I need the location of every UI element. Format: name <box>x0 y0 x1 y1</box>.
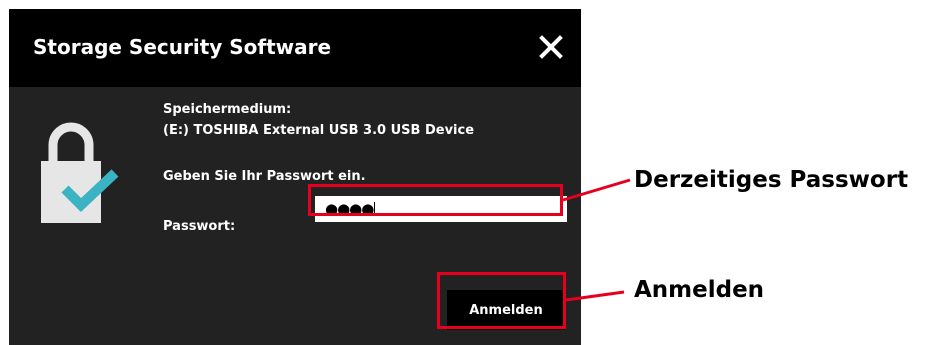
close-button[interactable] <box>533 29 569 65</box>
password-label: Passwort: <box>163 219 236 234</box>
password-callout-label: Derzeitiges Passwort <box>634 167 909 193</box>
close-icon <box>539 35 563 59</box>
instruction-text: Geben Sie Ihr Passwort ein. <box>163 169 366 184</box>
login-dialog: Storage Security Software Speichermedium… <box>9 9 581 345</box>
login-callout-label: Anmelden <box>634 277 765 303</box>
storage-label: Speichermedium: <box>163 102 292 117</box>
login-button[interactable]: Anmelden <box>447 290 565 330</box>
lock-check-icon <box>41 122 119 223</box>
dialog-titlebar: Storage Security Software <box>9 9 581 87</box>
text-caret <box>374 202 376 216</box>
device-name: (E:) TOSHIBA External USB 3.0 USB Device <box>163 123 475 138</box>
password-input[interactable]: ●●●● <box>315 196 567 222</box>
dialog-title: Storage Security Software <box>33 35 332 59</box>
screenshot-stage: Storage Security Software Speichermedium… <box>0 0 949 345</box>
password-value: ●●●● <box>325 200 374 218</box>
login-button-label: Anmelden <box>469 302 543 318</box>
